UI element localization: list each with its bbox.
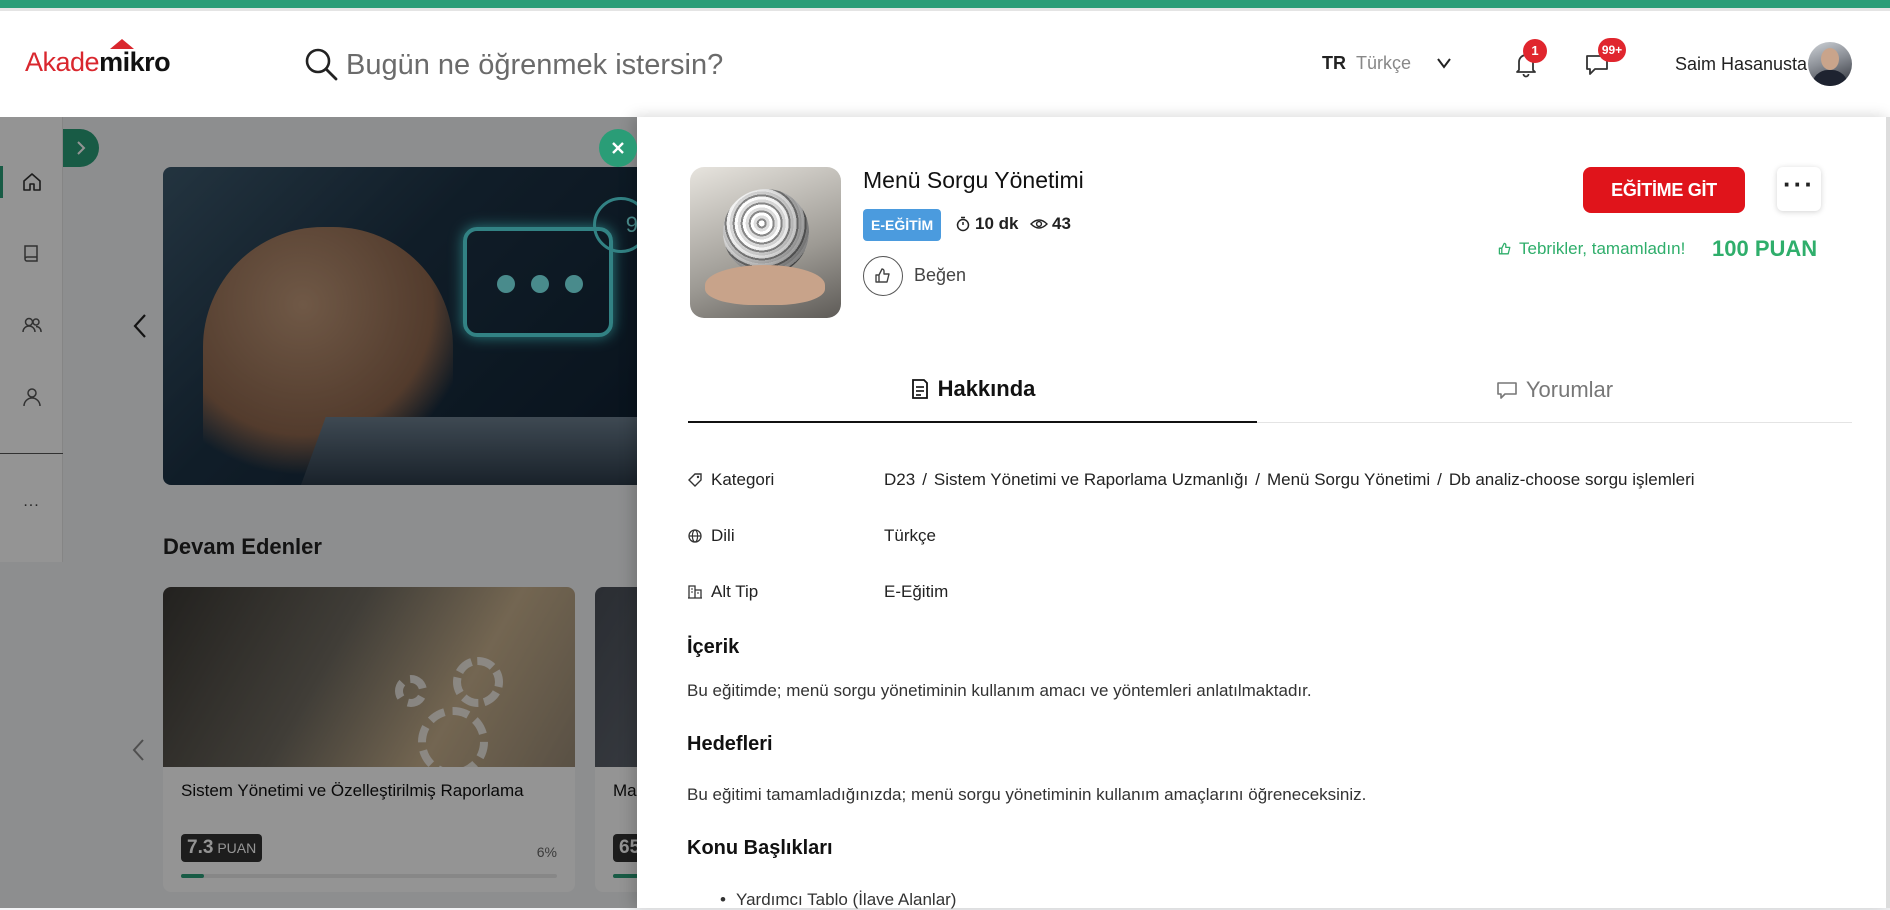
training-type-badge: E-EĞİTİM: [863, 209, 942, 241]
tab-comments-label: Yorumlar: [1525, 377, 1614, 402]
language-code: TR: [1322, 53, 1346, 73]
close-icon: [612, 142, 624, 154]
thumbs-up-icon: [875, 268, 890, 283]
like-button[interactable]: [863, 256, 903, 296]
akademikro-logo[interactable]: Akademikro: [25, 39, 171, 78]
training-thumbnail: [690, 167, 841, 318]
timer-icon: [956, 216, 970, 232]
breadcrumb-item[interactable]: Menü Sorgu Yönetimi: [1267, 470, 1430, 489]
training-detail-panel: Menü Sorgu Yönetimi E-EĞİTİM 10 dk 43 Be…: [637, 117, 1890, 908]
more-options-button[interactable]: ···: [1777, 167, 1821, 211]
completion-message-text: Tebrikler, tamamladın!: [1519, 239, 1686, 258]
notification-count-badge: 1: [1523, 39, 1547, 63]
goals-text: Bu eğitimi tamamladığınızda; menü sorgu …: [687, 785, 1367, 804]
breadcrumb-item[interactable]: Sistem Yönetimi ve Raporlama Uzmanlığı: [934, 470, 1248, 489]
search-input[interactable]: [346, 45, 946, 85]
category-label: Kategori: [711, 470, 775, 489]
comment-icon: [1497, 382, 1517, 399]
logo-text-part1: Akade: [25, 47, 100, 77]
views-value: 43: [1052, 214, 1071, 233]
training-views: 43: [1030, 214, 1071, 234]
thumbs-up-icon: [1498, 242, 1511, 255]
avatar[interactable]: [1808, 42, 1852, 86]
logo-roof-icon: [110, 39, 134, 49]
user-name[interactable]: Saim Hasanusta: [1675, 54, 1807, 75]
language-name: Türkçe: [1356, 53, 1412, 73]
language-label: Dili: [711, 526, 735, 545]
detail-tabs: Hakkında Yorumlar: [688, 357, 1852, 423]
content-text: Bu eğitimde; menü sorgu yönetiminin kull…: [687, 681, 1312, 700]
globe-icon: [688, 529, 702, 543]
language-value: Türkçe: [884, 526, 936, 545]
tab-about[interactable]: Hakkında: [688, 357, 1257, 423]
panel-scrollbar[interactable]: [1886, 117, 1890, 908]
building-icon: [688, 585, 702, 599]
logo-text-part2: mikro: [99, 47, 171, 77]
training-title: Menü Sorgu Yönetimi: [863, 167, 1084, 193]
language-selector[interactable]: TR Türkçe: [1322, 53, 1451, 74]
breadcrumb-item[interactable]: D23: [884, 470, 915, 489]
search-icon[interactable]: [304, 47, 338, 81]
modal-backdrop[interactable]: [0, 117, 637, 908]
chevron-down-icon: [1437, 58, 1451, 69]
tag-icon: [688, 473, 702, 487]
earned-points: 100 PUAN: [1712, 236, 1818, 261]
content-heading: İçerik: [687, 636, 740, 658]
top-header: Akademikro TR Türkçe 1 99+ Saim Hasanusta: [0, 11, 1890, 117]
topic-list-item: Yardımcı Tablo (İlave Alanlar): [720, 890, 957, 910]
tab-comments[interactable]: Yorumlar: [1270, 357, 1839, 423]
close-panel-button[interactable]: [599, 129, 637, 167]
subtype-value: E-Eğitim: [884, 582, 949, 601]
eye-icon: [1030, 219, 1048, 229]
training-duration: 10 dk: [955, 214, 1018, 234]
like-label[interactable]: Beğen: [914, 265, 966, 286]
top-accent-bar: [0, 0, 1890, 11]
category-breadcrumb: D23/Sistem Yönetimi ve Raporlama Uzmanlı…: [884, 470, 1695, 489]
go-to-training-button[interactable]: EĞİTİME GİT: [1583, 167, 1745, 213]
goals-heading: Hedefleri: [687, 733, 773, 755]
document-icon: [911, 379, 928, 399]
completion-message: Tebrikler, tamamladın!: [1497, 239, 1685, 259]
message-count-badge: 99+: [1598, 38, 1626, 62]
duration-value: 10 dk: [975, 214, 1019, 233]
subtype-label: Alt Tip: [711, 582, 759, 601]
topics-heading: Konu Başlıkları: [687, 837, 833, 859]
breadcrumb-item[interactable]: Db analiz-choose sorgu işlemleri: [1449, 470, 1695, 489]
tab-about-label: Hakkında: [937, 376, 1036, 401]
